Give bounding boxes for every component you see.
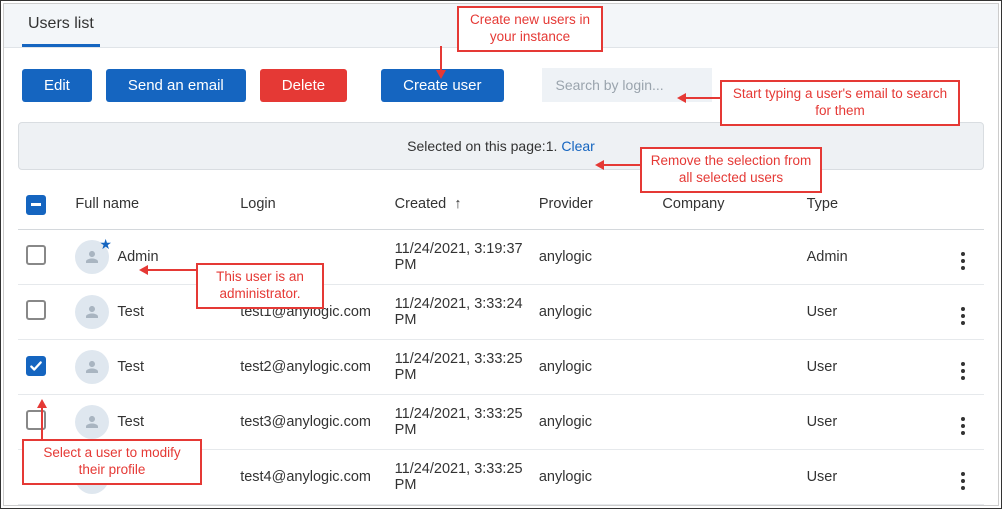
annotation-search: Start typing a user's email to search fo… xyxy=(720,80,960,126)
annotation-create-user: Create new users in your instance xyxy=(457,6,603,52)
user-full-name: Test xyxy=(117,414,144,430)
user-login: test3@anylogic.com xyxy=(232,394,386,449)
user-created: 11/24/2021, 3:33:25 PM xyxy=(387,449,531,504)
row-menu-icon[interactable] xyxy=(953,307,973,325)
user-created: 11/24/2021, 3:19:37 PM xyxy=(387,229,531,284)
user-login: test2@anylogic.com xyxy=(232,339,386,394)
col-login[interactable]: Login xyxy=(240,196,275,212)
user-company xyxy=(654,339,798,394)
annotation-clear: Remove the selection from all selected u… xyxy=(640,147,822,193)
row-checkbox[interactable] xyxy=(26,300,46,320)
clear-selection-link[interactable]: Clear xyxy=(561,138,594,154)
user-created: 11/24/2021, 3:33:25 PM xyxy=(387,339,531,394)
col-type[interactable]: Type xyxy=(807,196,838,212)
col-company[interactable]: Company xyxy=(662,196,724,212)
arrow-head-icon xyxy=(139,265,148,275)
user-type: Admin xyxy=(799,229,943,284)
arrow-head-icon xyxy=(37,399,47,408)
arrow-head-icon xyxy=(595,160,604,170)
user-company xyxy=(654,449,798,504)
arrow-line xyxy=(602,164,640,166)
arrow-head-icon xyxy=(436,70,446,79)
sort-asc-icon: ↑ xyxy=(454,196,461,212)
selection-count: 1 xyxy=(546,138,554,154)
user-provider: anylogic xyxy=(531,394,655,449)
selection-text-prefix: Selected on this page: xyxy=(407,138,546,154)
row-menu-icon[interactable] xyxy=(953,362,973,380)
row-checkbox[interactable] xyxy=(26,356,46,376)
user-type: User xyxy=(799,284,943,339)
user-full-name: Test xyxy=(117,304,144,320)
table-row: ★ Admin 11/24/2021, 3:19:37 PManylogic Admi… xyxy=(18,229,984,284)
user-provider: anylogic xyxy=(531,229,655,284)
col-provider[interactable]: Provider xyxy=(539,196,593,212)
avatar xyxy=(75,295,109,329)
admin-star-icon: ★ xyxy=(99,236,112,253)
row-checkbox[interactable] xyxy=(26,245,46,265)
arrow-line xyxy=(146,269,196,271)
selection-text-suffix: . xyxy=(553,138,557,154)
user-type: User xyxy=(799,339,943,394)
user-provider: anylogic xyxy=(531,339,655,394)
row-menu-icon[interactable] xyxy=(953,472,973,490)
arrow-line xyxy=(41,406,43,439)
table-row: Test test2@anylogic.com11/24/2021, 3:33:2… xyxy=(18,339,984,394)
user-company xyxy=(654,394,798,449)
arrow-line xyxy=(440,46,442,72)
user-login: test4@anylogic.com xyxy=(232,449,386,504)
arrow-head-icon xyxy=(677,93,686,103)
user-provider: anylogic xyxy=(531,284,655,339)
table-row: Testtest1@anylogic.com11/24/2021, 3:33:2… xyxy=(18,284,984,339)
row-checkbox[interactable] xyxy=(26,410,46,430)
page-title-tab[interactable]: Users list xyxy=(22,4,100,47)
arrow-line xyxy=(684,97,720,99)
user-created: 11/24/2021, 3:33:24 PM xyxy=(387,284,531,339)
user-company xyxy=(654,284,798,339)
edit-button[interactable]: Edit xyxy=(22,69,92,102)
avatar xyxy=(75,350,109,384)
selection-banner: Selected on this page: 1 . Clear xyxy=(18,122,984,170)
page-title: Users list xyxy=(28,15,94,33)
user-type: User xyxy=(799,394,943,449)
annotation-select: Select a user to modify their profile xyxy=(22,439,202,485)
user-full-name: Test xyxy=(117,359,144,375)
col-full-name[interactable]: Full name xyxy=(75,196,139,212)
table-header-row: Full name Login Created ↑ Provider Compa… xyxy=(18,180,984,229)
user-full-name: Admin xyxy=(117,249,158,265)
row-menu-icon[interactable] xyxy=(953,417,973,435)
user-provider: anylogic xyxy=(531,449,655,504)
select-all-checkbox[interactable] xyxy=(26,195,46,215)
user-company xyxy=(654,229,798,284)
avatar xyxy=(75,405,109,439)
user-created: 11/24/2021, 3:33:25 PM xyxy=(387,394,531,449)
user-type: User xyxy=(799,449,943,504)
delete-button[interactable]: Delete xyxy=(260,69,347,102)
annotation-admin: This user is an administrator. xyxy=(196,263,324,309)
send-email-button[interactable]: Send an email xyxy=(106,69,246,102)
row-menu-icon[interactable] xyxy=(953,252,973,270)
col-created[interactable]: Created xyxy=(395,196,447,212)
